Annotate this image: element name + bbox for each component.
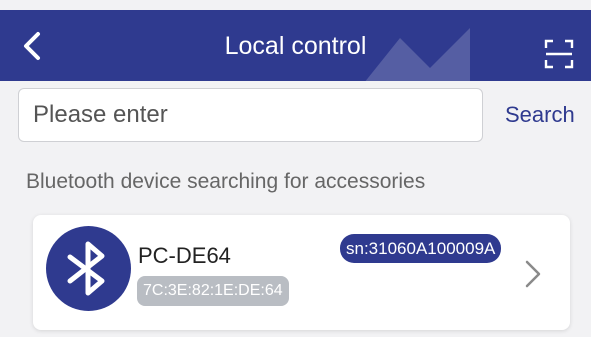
top-app-bar: Local control	[0, 10, 591, 81]
device-card[interactable]: PC-DE64 7C:3E:82:1E:DE:64 sn:31060A10000…	[33, 215, 570, 330]
mac-address-badge: 7C:3E:82:1E:DE:64	[137, 276, 289, 306]
search-bar: Search	[18, 88, 583, 144]
serial-number-badge: sn:31060A100009A	[340, 234, 502, 263]
section-title: Bluetooth device searching for accessori…	[26, 170, 426, 193]
page-title: Local control	[224, 32, 367, 60]
bluetooth-icon	[46, 226, 131, 311]
chevron-right-icon	[525, 260, 541, 288]
search-button[interactable]: Search	[505, 102, 575, 128]
search-input[interactable]	[18, 88, 483, 142]
scan-icon[interactable]	[544, 39, 574, 69]
device-name: PC-DE64	[138, 243, 231, 268]
